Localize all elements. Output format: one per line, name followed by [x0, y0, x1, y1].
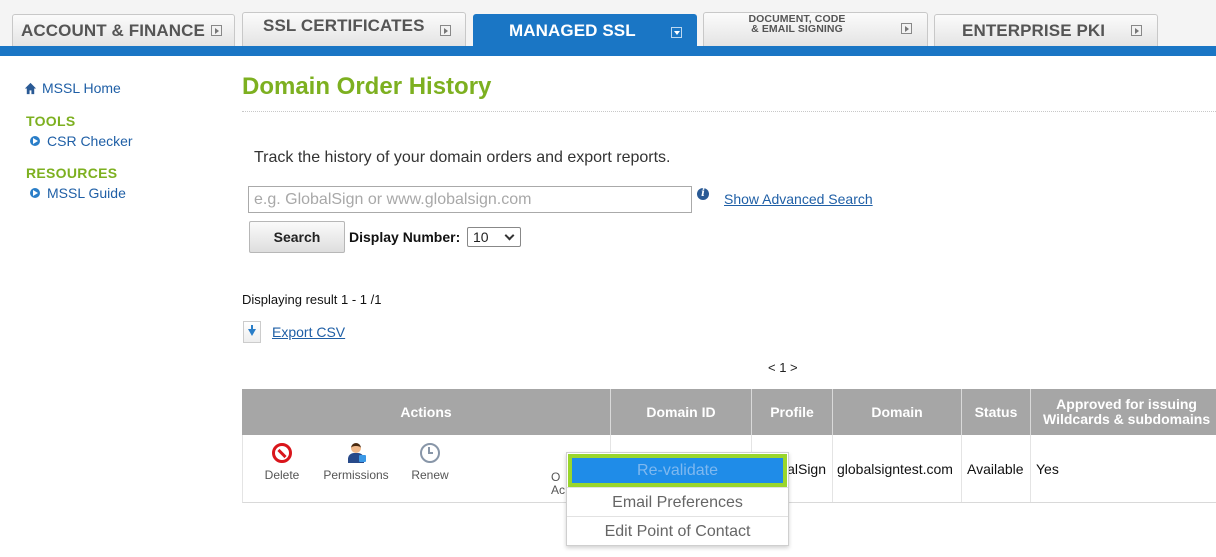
- arrow-circle-icon: [30, 188, 40, 198]
- delete-action[interactable]: Delete: [242, 443, 322, 482]
- home-icon: [24, 82, 37, 94]
- action-label: Permissions: [323, 468, 389, 482]
- permissions-action[interactable]: Permissions: [316, 443, 396, 482]
- sidebar-item-label: MSSL Guide: [47, 185, 126, 201]
- cell-actions: Delete Permissions Renew O Ac: [243, 435, 611, 502]
- arrow-circle-icon: [30, 136, 40, 146]
- menu-item-edit-point-of-contact[interactable]: Edit Point of Contact: [567, 516, 788, 545]
- info-icon[interactable]: i: [697, 188, 709, 200]
- action-label: Renew: [411, 468, 449, 482]
- cell-approved: Yes: [1036, 460, 1059, 477]
- nav-underline: [0, 46, 1216, 56]
- tab-enterprise-pki[interactable]: ENTERPRISE PKI: [934, 14, 1158, 46]
- intro-text: Track the history of your domain orders …: [254, 149, 671, 166]
- display-number-value: 10: [473, 229, 489, 245]
- column-header-domain: Domain: [833, 389, 962, 435]
- clock-icon: [420, 443, 440, 463]
- export-csv-link[interactable]: Export CSV: [272, 324, 345, 340]
- tab-document-code-email-signing[interactable]: DOCUMENT, CODE & EMAIL SIGNING: [703, 12, 928, 46]
- title-divider: [242, 111, 1216, 112]
- page-title: Domain Order History: [242, 73, 492, 100]
- column-header-actions: Actions: [242, 389, 611, 435]
- renew-action[interactable]: Renew: [390, 443, 470, 482]
- menu-item-email-preferences[interactable]: Email Preferences: [567, 487, 788, 516]
- table-header: Actions Domain ID Profile Domain Status …: [242, 389, 1216, 435]
- action-label: Delete: [264, 468, 300, 482]
- tab-arrow-icon: [901, 23, 912, 34]
- top-nav: ACCOUNT & FINANCE SSL CERTIFICATES MANAG…: [0, 0, 1216, 56]
- result-count: Displaying result 1 - 1 /1: [242, 292, 382, 307]
- display-number-label: Display Number:: [349, 229, 461, 245]
- tab-arrow-icon: [440, 25, 451, 36]
- other-actions-button[interactable]: O Ac: [551, 471, 565, 497]
- sidebar-item-mssl-home[interactable]: MSSL Home: [24, 79, 226, 97]
- tab-label: SSL CERTIFICATES: [263, 15, 425, 35]
- sidebar-item-label: CSR Checker: [47, 133, 133, 149]
- sidebar-item-label: MSSL Home: [42, 80, 121, 96]
- column-header-profile: Profile: [752, 389, 833, 435]
- search-button[interactable]: Search: [249, 221, 345, 253]
- tab-arrow-icon: [1131, 25, 1142, 36]
- sidebar-item-csr-checker[interactable]: CSR Checker: [30, 133, 226, 149]
- cell-status: Available: [962, 435, 1031, 502]
- sidebar-heading-resources: RESOURCES: [26, 165, 118, 181]
- tab-account-finance[interactable]: ACCOUNT & FINANCE: [12, 14, 235, 46]
- column-header-approved: Approved for issuing Wildcards & subdoma…: [1043, 396, 1211, 427]
- tab-arrow-icon: [211, 25, 222, 36]
- tab-label: DOCUMENT, CODE & EMAIL SIGNING: [748, 13, 846, 35]
- column-header-status: Status: [962, 389, 1031, 435]
- tab-label: ENTERPRISE PKI: [962, 20, 1106, 40]
- tab-label: MANAGED SSL: [509, 21, 636, 40]
- advanced-search-link[interactable]: Show Advanced Search: [724, 191, 873, 207]
- tab-label: ACCOUNT & FINANCE: [21, 20, 205, 40]
- cell-domain: globalsigntest.com: [833, 435, 962, 502]
- user-permissions-icon: [346, 443, 366, 463]
- pagination[interactable]: < 1 >: [768, 360, 798, 375]
- menu-item-revalidate[interactable]: Re-validate: [568, 454, 787, 487]
- tab-managed-ssl[interactable]: MANAGED SSL: [473, 14, 697, 47]
- download-icon[interactable]: [243, 321, 261, 343]
- chevron-down-icon: [504, 230, 515, 241]
- delete-icon: [272, 443, 292, 463]
- search-input[interactable]: [248, 186, 692, 213]
- display-number-select[interactable]: 10: [467, 227, 521, 247]
- sidebar: MSSL Home TOOLS CSR Checker RESOURCES MS…: [24, 78, 226, 201]
- tab-ssl-certificates[interactable]: SSL CERTIFICATES: [242, 12, 466, 46]
- sidebar-heading-tools: TOOLS: [26, 113, 76, 129]
- tab-dropdown-icon: [671, 27, 682, 38]
- column-header-domain-id: Domain ID: [611, 389, 752, 435]
- actions-dropdown-menu: Re-validate Email Preferences Edit Point…: [566, 452, 789, 546]
- sidebar-item-mssl-guide[interactable]: MSSL Guide: [30, 185, 226, 201]
